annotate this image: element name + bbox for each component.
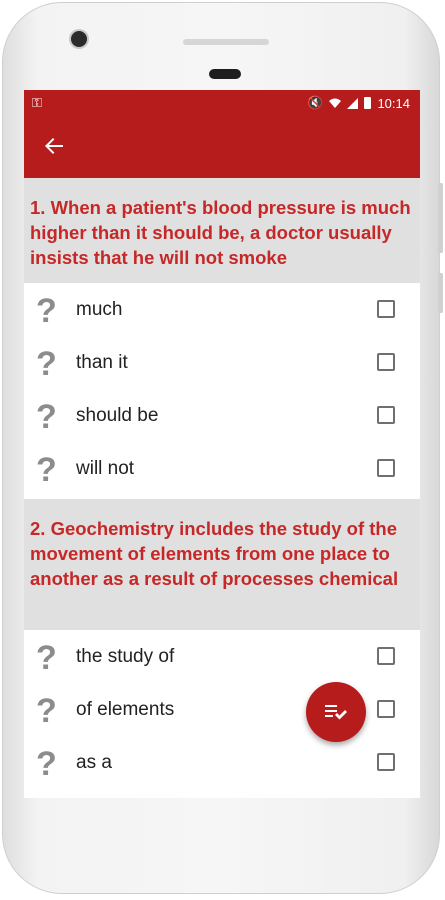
- sensor-slot: [209, 69, 241, 79]
- question-mark-icon: ?: [36, 292, 57, 330]
- question-mark-icon: ?: [36, 692, 57, 730]
- option-label: than it: [76, 352, 128, 373]
- question-mark-icon: ?: [36, 639, 57, 677]
- option-checkbox[interactable]: [377, 700, 395, 718]
- earpiece-speaker: [183, 39, 269, 45]
- question-1-text: 1. When a patient's blood pressure is mu…: [24, 178, 420, 283]
- signal-icon: [347, 97, 359, 109]
- question-mark-icon: ?: [36, 451, 57, 489]
- question-mark-icon: ?: [36, 398, 57, 436]
- app-bar: [24, 116, 420, 178]
- key-icon: ⚿: [32, 95, 42, 110]
- option-row[interactable]: ? than it: [24, 338, 420, 391]
- option-checkbox[interactable]: [377, 647, 395, 665]
- check-answers-fab[interactable]: [306, 682, 366, 742]
- question-1-options: ? much ? than it ? should be ? will not: [24, 283, 420, 499]
- status-bar: ⚿ 🔇 10:14: [24, 90, 420, 116]
- wifi-icon: [329, 98, 342, 108]
- status-right: 🔇 10:14: [307, 95, 410, 111]
- option-checkbox[interactable]: [377, 353, 395, 371]
- volume-button: [438, 183, 443, 253]
- option-checkbox[interactable]: [377, 406, 395, 424]
- option-row[interactable]: ? as a: [24, 738, 420, 791]
- question-2-text: 2. Geochemistry includes the study of th…: [24, 499, 420, 630]
- option-row[interactable]: ? the study of: [24, 632, 420, 685]
- front-camera: [71, 31, 87, 47]
- option-label: the study of: [76, 646, 175, 667]
- option-label: of elements: [76, 699, 175, 720]
- status-time: 10:14: [377, 95, 410, 111]
- question-mark-icon: ?: [36, 745, 57, 783]
- option-label: much: [76, 299, 123, 320]
- option-checkbox[interactable]: [377, 300, 395, 318]
- power-button: [438, 273, 443, 313]
- option-checkbox[interactable]: [377, 459, 395, 477]
- option-label: should be: [76, 405, 159, 426]
- battery-icon: [364, 97, 372, 109]
- mute-icon: 🔇: [307, 95, 324, 110]
- option-checkbox[interactable]: [377, 753, 395, 771]
- screen: ⚿ 🔇 10:14 1. When a patient's blood pres…: [24, 90, 420, 798]
- option-row[interactable]: ? should be: [24, 391, 420, 444]
- arrow-back-icon[interactable]: [38, 130, 70, 162]
- playlist-check-icon: [325, 705, 347, 720]
- question-mark-icon: ?: [36, 345, 57, 383]
- option-row[interactable]: ? much: [24, 285, 420, 338]
- option-label: will not: [76, 458, 135, 479]
- option-row[interactable]: ? will not: [24, 444, 420, 497]
- option-label: as a: [76, 752, 112, 773]
